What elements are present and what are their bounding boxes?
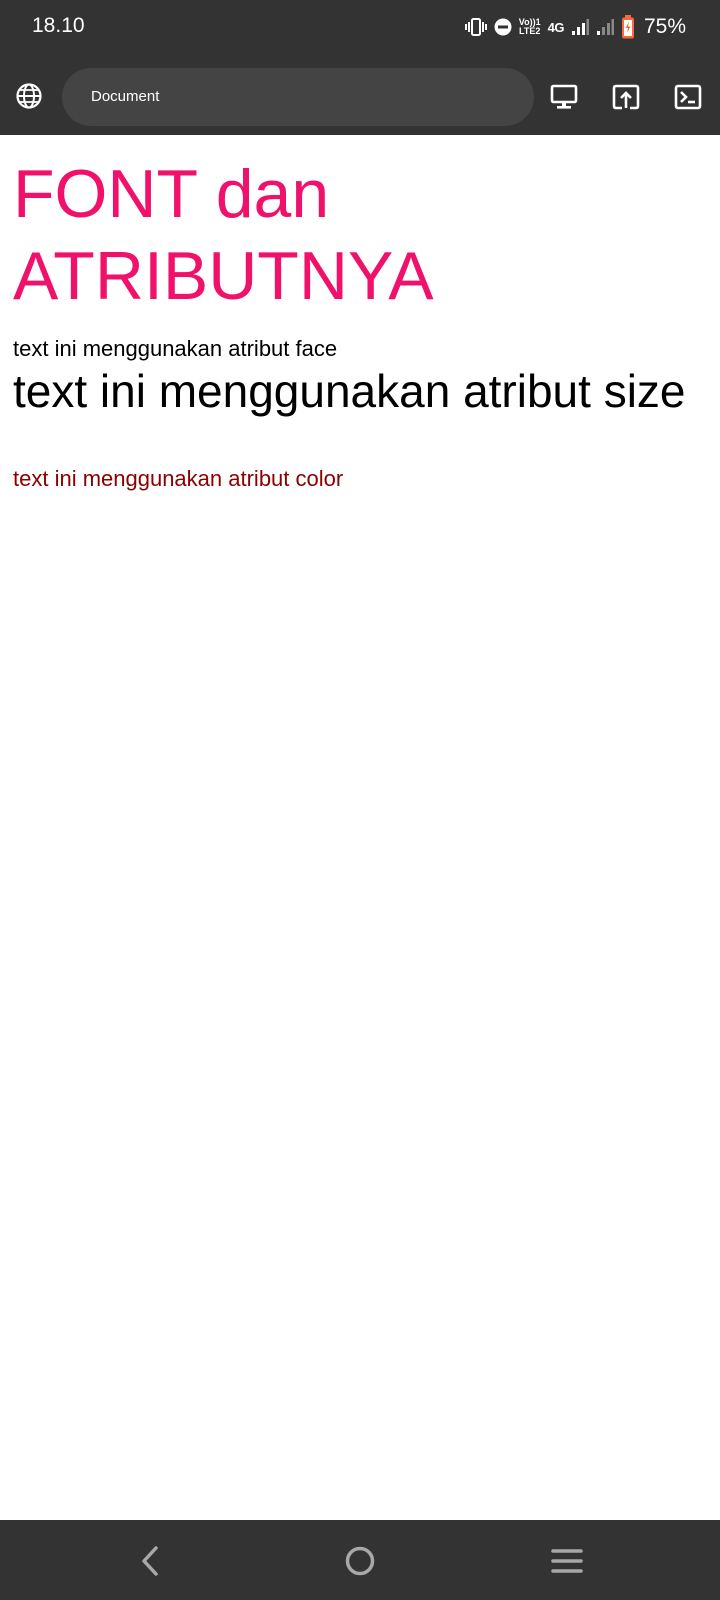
recents-icon[interactable] [550, 1544, 584, 1578]
page-content: FONT dan ATRIBUTNYA text ini menggunakan… [0, 135, 720, 1520]
do-not-disturb-icon [494, 18, 512, 36]
page-heading: FONT dan ATRIBUTNYA [13, 156, 434, 314]
status-time: 18.10 [32, 14, 85, 37]
globe-icon[interactable] [15, 82, 43, 110]
battery-charging-icon [621, 15, 635, 39]
battery-percentage: 75% [643, 15, 686, 38]
open-in-browser-icon[interactable] [612, 84, 640, 110]
network-type: 4G [547, 19, 565, 35]
signal-icon-sim1 [571, 18, 589, 36]
navigation-bar [0, 1520, 720, 1600]
vibrate-icon [464, 17, 487, 37]
browser-toolbar: Document [0, 54, 720, 135]
size-attribute-text: text ini menggunakan atribut size [13, 365, 686, 417]
desktop-icon[interactable] [550, 84, 578, 110]
address-bar[interactable]: Document [62, 68, 534, 126]
color-attribute-text: text ini menggunakan atribut color [13, 466, 344, 491]
console-icon[interactable] [674, 84, 702, 110]
face-attribute-text: text ini menggunakan atribut face [13, 336, 338, 361]
back-icon[interactable] [134, 1544, 168, 1578]
signal-icon-sim2 [596, 18, 614, 36]
status-bar: 18.10 Vo))1 LTE2 4G 75% [0, 0, 720, 54]
home-icon[interactable] [343, 1544, 377, 1578]
status-icons: Vo))1 LTE2 4G 75% [464, 12, 686, 42]
volte-icon: Vo))1 LTE2 [518, 17, 541, 36]
